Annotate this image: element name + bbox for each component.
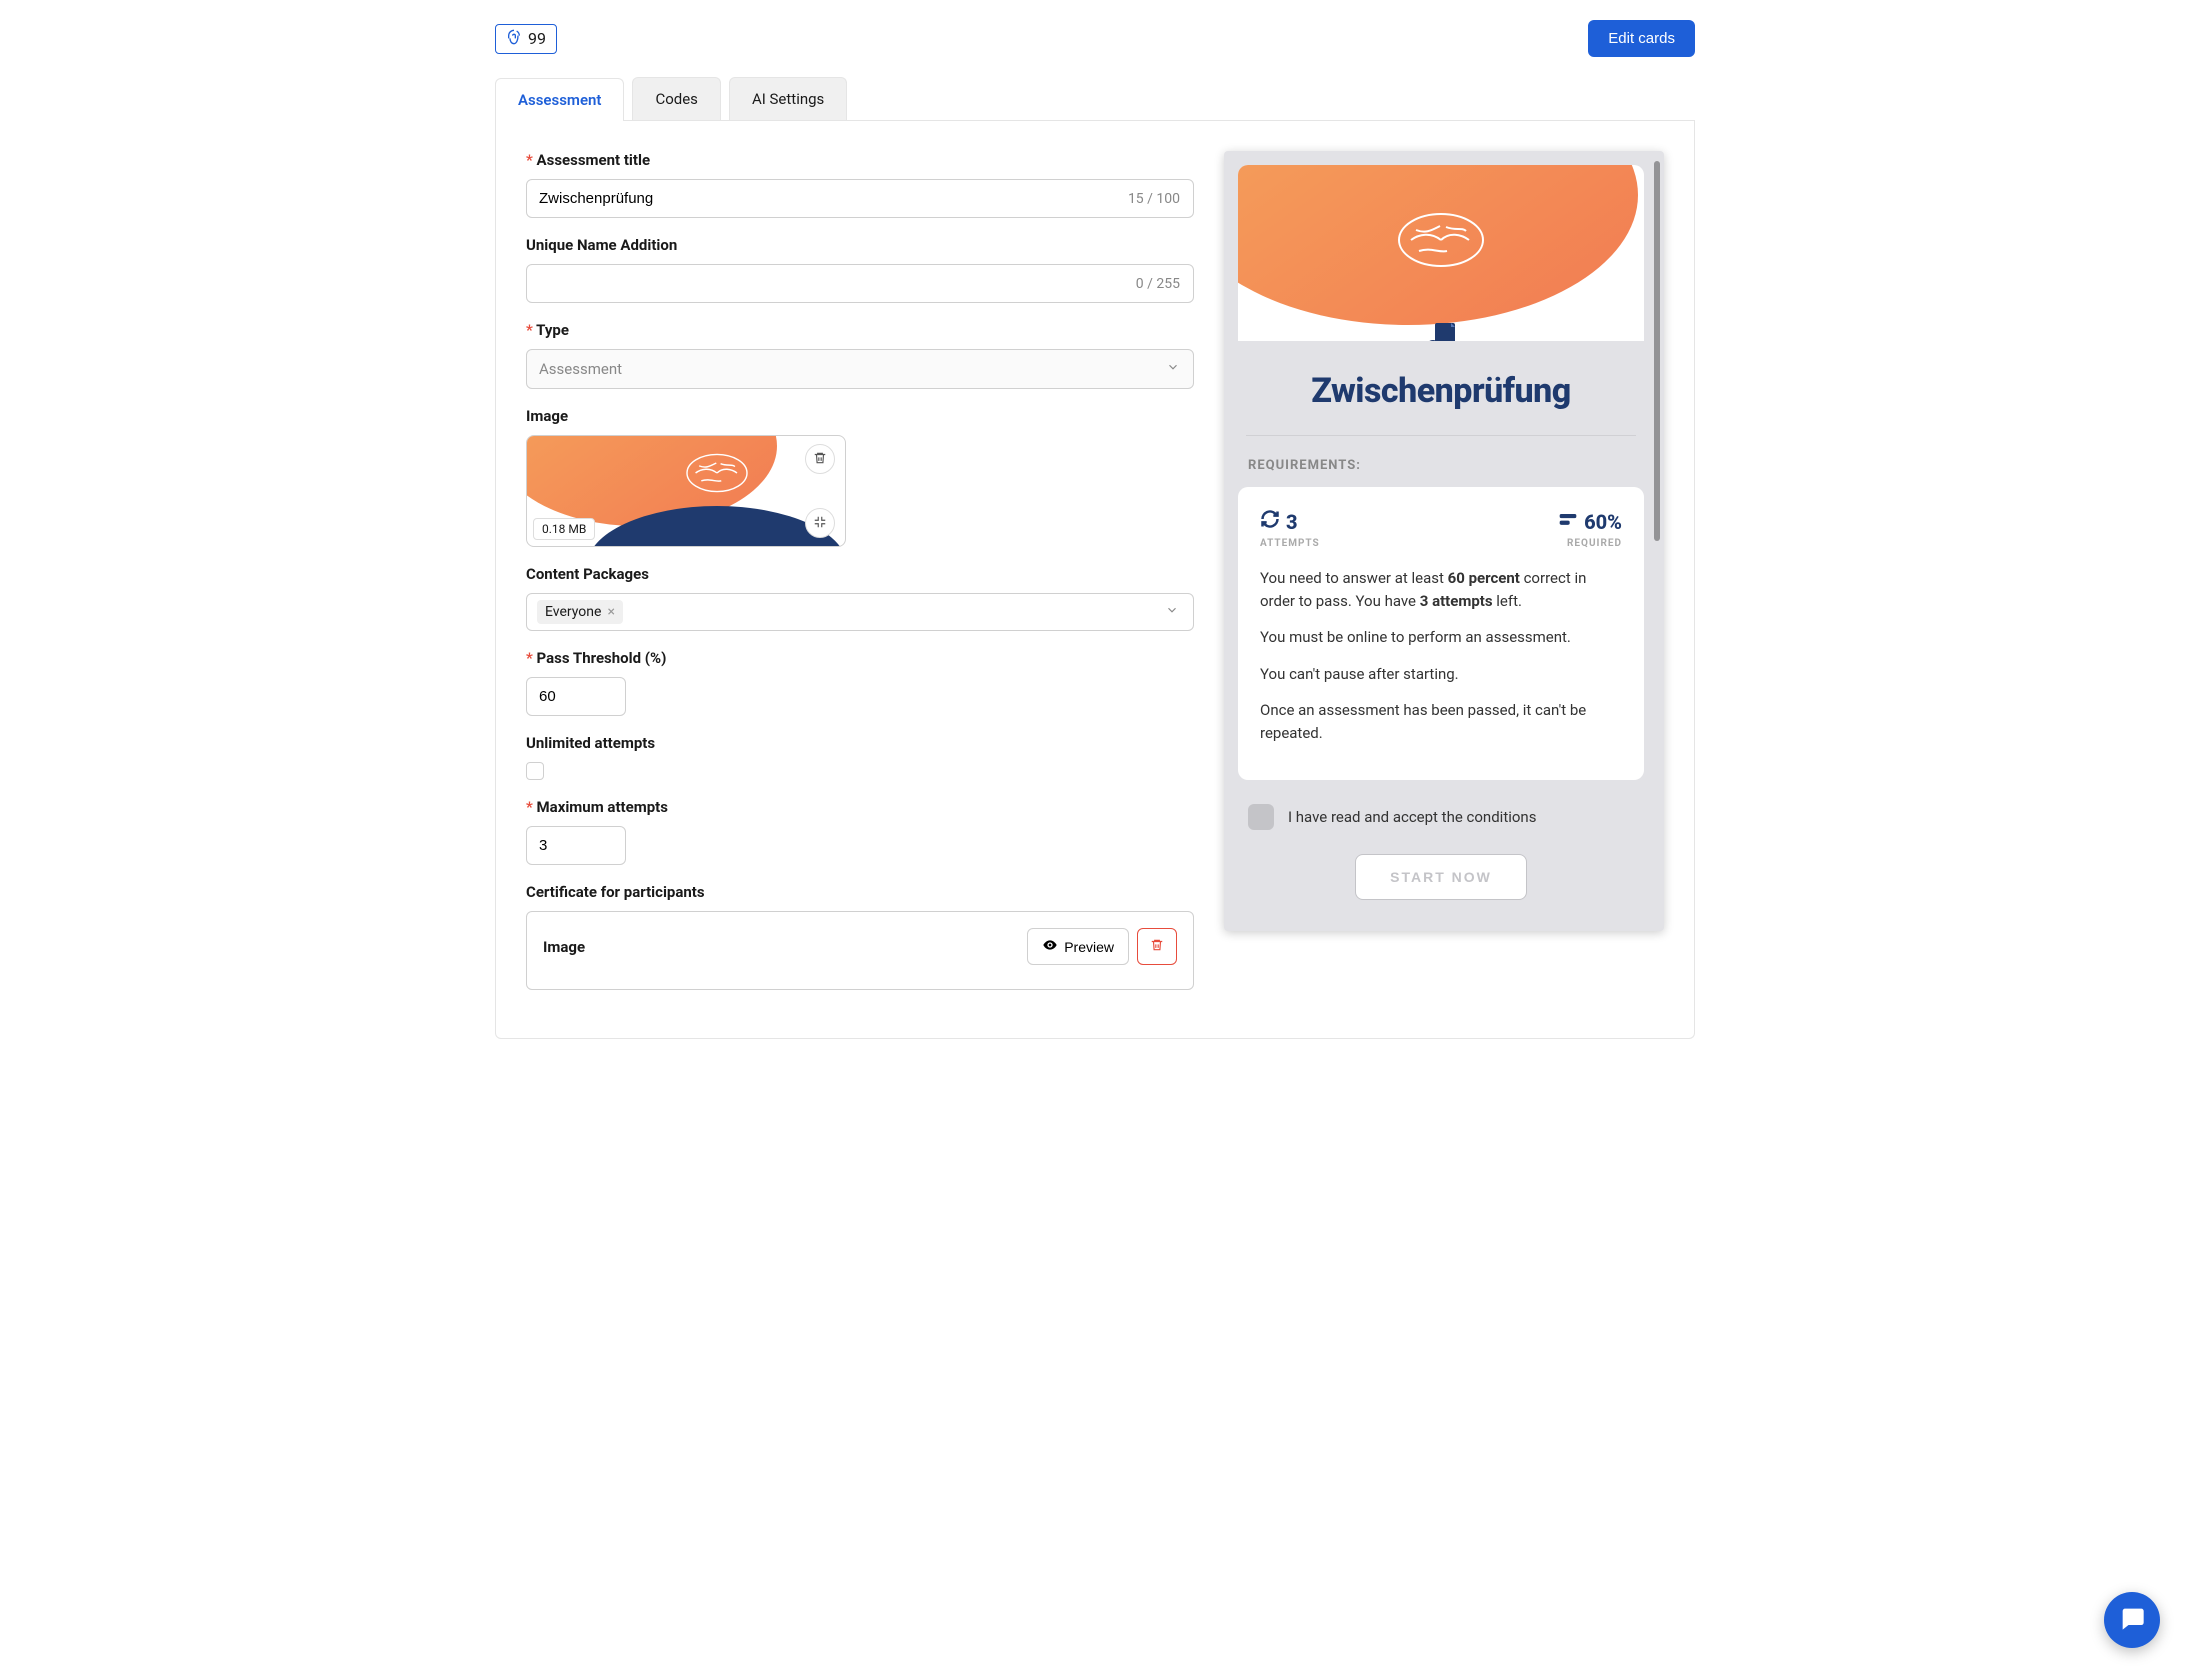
pass-threshold-label: Pass Threshold (%) bbox=[526, 649, 1194, 667]
content-package-tag: Everyone × bbox=[537, 600, 623, 624]
edit-cards-button[interactable]: Edit cards bbox=[1588, 20, 1695, 57]
type-label: Type bbox=[526, 321, 1194, 339]
start-now-button[interactable]: START NOW bbox=[1355, 854, 1527, 900]
attempts-label: Attempts bbox=[1260, 538, 1320, 549]
requirements-heading: Requirements: bbox=[1248, 458, 1644, 473]
assessment-title-counter: 15 / 100 bbox=[1128, 191, 1180, 207]
requirements-card: 3 Attempts 60% bbox=[1238, 487, 1644, 780]
image-label: Image bbox=[526, 407, 1194, 425]
preview-header-image bbox=[1238, 165, 1644, 341]
assessment-title-input[interactable] bbox=[526, 179, 1194, 218]
unique-name-label: Unique Name Addition bbox=[526, 236, 1194, 254]
preview-certificate-button[interactable]: Preview bbox=[1027, 928, 1129, 965]
refresh-icon bbox=[1260, 509, 1280, 534]
id-badge-value: 99 bbox=[528, 29, 546, 48]
image-size-badge: 0.18 MB bbox=[533, 518, 595, 540]
preview-button-label: Preview bbox=[1064, 939, 1114, 955]
maximum-attempts-input[interactable] bbox=[526, 826, 626, 865]
delete-image-button[interactable] bbox=[805, 444, 835, 474]
preview-title: Zwischenprüfung bbox=[1238, 371, 1644, 411]
maximum-attempts-label: Maximum attempts bbox=[526, 798, 1194, 816]
divider bbox=[1246, 435, 1636, 436]
tabs: Assessment Codes AI Settings bbox=[495, 77, 1695, 121]
attempts-value: 3 bbox=[1286, 510, 1298, 534]
certificate-box: Image Preview bbox=[526, 911, 1194, 990]
content-package-tag-label: Everyone bbox=[545, 604, 601, 620]
content-packages-select[interactable]: Everyone × bbox=[526, 593, 1194, 631]
assessment-title-label: Assessment title bbox=[526, 151, 1194, 169]
brain-icon bbox=[677, 448, 757, 498]
collapse-image-button[interactable] bbox=[805, 508, 835, 538]
tab-assessment[interactable]: Assessment bbox=[495, 78, 624, 121]
pass-threshold-input[interactable] bbox=[526, 677, 626, 716]
certificate-badge-icon bbox=[1419, 319, 1463, 341]
eye-icon bbox=[1042, 937, 1058, 956]
mobile-preview-frame: Zwischenprüfung Requirements: 3 bbox=[1224, 151, 1664, 931]
certificate-label: Certificate for participants bbox=[526, 883, 1194, 901]
preview-scrollbar[interactable] bbox=[1654, 161, 1660, 541]
consent-text: I have read and accept the conditions bbox=[1288, 808, 1536, 826]
fingerprint-icon bbox=[506, 29, 522, 49]
consent-checkbox[interactable] bbox=[1248, 804, 1274, 830]
certificate-image-label: Image bbox=[543, 938, 585, 956]
requirements-text: You need to answer at least 60 percent c… bbox=[1260, 567, 1622, 744]
id-badge: 99 bbox=[495, 24, 557, 54]
collapse-icon bbox=[813, 515, 827, 532]
tag-remove-icon[interactable]: × bbox=[607, 604, 614, 620]
tab-ai-settings[interactable]: AI Settings bbox=[729, 77, 847, 120]
chat-widget-button[interactable] bbox=[2104, 1592, 2160, 1648]
unique-name-input[interactable] bbox=[526, 264, 1194, 303]
unlimited-attempts-checkbox[interactable] bbox=[526, 762, 544, 780]
required-label: Required bbox=[1558, 538, 1622, 549]
chat-icon bbox=[2118, 1604, 2146, 1636]
unlimited-attempts-label: Unlimited attempts bbox=[526, 734, 1194, 752]
required-value: 60% bbox=[1584, 510, 1622, 534]
delete-certificate-button[interactable] bbox=[1137, 928, 1177, 965]
image-preview[interactable]: 0.18 MB bbox=[526, 435, 846, 547]
content-packages-label: Content Packages bbox=[526, 565, 1194, 583]
chevron-down-icon bbox=[1165, 603, 1179, 621]
type-select[interactable]: Assessment bbox=[526, 349, 1194, 389]
brain-icon bbox=[1391, 205, 1491, 275]
trash-icon bbox=[813, 451, 827, 468]
trash-icon bbox=[1150, 940, 1164, 955]
unique-name-counter: 0 / 255 bbox=[1136, 276, 1180, 292]
tab-codes[interactable]: Codes bbox=[632, 77, 720, 120]
progress-icon bbox=[1558, 509, 1578, 534]
